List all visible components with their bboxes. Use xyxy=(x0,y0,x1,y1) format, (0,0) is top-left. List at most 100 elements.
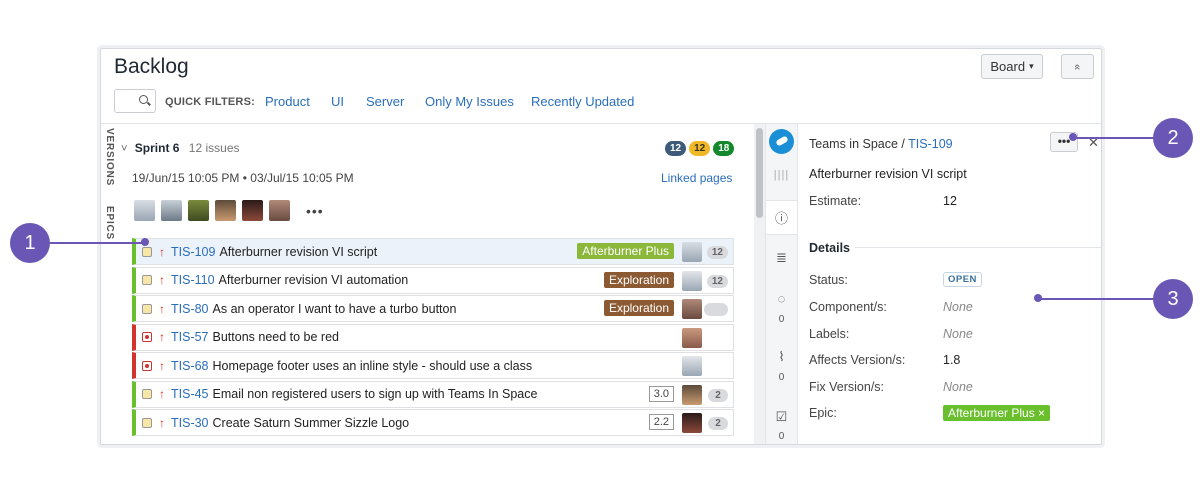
fix-version-value[interactable]: None xyxy=(943,380,973,394)
status-label: Status: xyxy=(809,273,848,287)
quick-filter-ui[interactable]: UI xyxy=(331,94,344,109)
bug-icon xyxy=(142,360,152,371)
avatar[interactable] xyxy=(188,200,209,221)
issue-key[interactable]: TIS-80 xyxy=(171,302,209,316)
callout-2: 2 xyxy=(1153,118,1193,158)
avatar xyxy=(682,413,702,433)
more-assignees-icon[interactable]: ••• xyxy=(306,203,324,219)
issue-summary: Afterburner revision VI automation xyxy=(218,273,409,287)
priority-high-icon: ↑ xyxy=(159,244,165,259)
fix-version-label: Fix Version/s: xyxy=(809,380,885,394)
breadcrumb-project[interactable]: Teams in Space xyxy=(809,137,898,151)
bug-icon xyxy=(142,332,152,342)
sprint-status-counts: 12 12 18 xyxy=(665,141,735,156)
priority-high-icon: ↑ xyxy=(159,330,165,344)
status-badge[interactable]: OPEN xyxy=(943,272,982,287)
tab-versions[interactable]: VERSIONS xyxy=(104,128,115,186)
caret-down-icon: ▾ xyxy=(1029,61,1034,71)
table-row[interactable]: ↑ TIS-30 Create Saturn Summer Sizzle Log… xyxy=(132,409,734,436)
board-dropdown-button[interactable]: Board ▾ xyxy=(981,54,1043,79)
story-icon xyxy=(142,389,152,399)
story-icon xyxy=(142,303,152,314)
tab-epics[interactable]: EPICS xyxy=(104,206,115,240)
avatar[interactable] xyxy=(269,200,290,221)
story-points-badge xyxy=(704,303,728,316)
story-points-badge: 2 xyxy=(708,417,728,430)
table-row[interactable]: ↑ TIS-110 Afterburner revision VI automa… xyxy=(132,266,734,294)
table-row[interactable]: ↑ TIS-45 Email non registered users to s… xyxy=(132,380,734,408)
quick-filter-recently-updated[interactable]: Recently Updated xyxy=(531,94,634,109)
details-section-title: Details xyxy=(809,241,850,255)
status-count-todo: 12 xyxy=(665,141,687,156)
subtasks-icon[interactable]: ☑ xyxy=(766,409,797,425)
epic-label[interactable]: Exploration xyxy=(603,300,674,316)
avatar[interactable] xyxy=(242,200,263,221)
issue-key[interactable]: TIS-110 xyxy=(171,273,215,287)
callout-3: 3 xyxy=(1153,279,1193,319)
affects-version-value[interactable]: 1.8 xyxy=(943,353,960,367)
quick-filter-server[interactable]: Server xyxy=(366,94,404,109)
avatar[interactable] xyxy=(161,200,182,221)
avatar[interactable] xyxy=(215,200,236,221)
quick-filter-product[interactable]: Product xyxy=(265,94,310,109)
story-icon xyxy=(142,417,152,428)
side-tabs: VERSIONS EPICS xyxy=(101,124,123,444)
issue-key[interactable]: TIS-68 xyxy=(171,359,209,373)
epic-label[interactable]: Afterburner Plus xyxy=(577,243,674,259)
issue-key[interactable]: TIS-57 xyxy=(171,330,209,344)
backlog-window: Backlog Board ▾ « QUICK FILTERS: Product… xyxy=(100,48,1102,445)
issue-summary: Create Saturn Summer Sizzle Logo xyxy=(212,415,410,430)
sprint-name: Sprint 6 xyxy=(134,141,180,155)
story-points-badge: 2 xyxy=(708,388,728,402)
info-icon[interactable]: ⓘ xyxy=(766,208,797,227)
drag-handle-icon[interactable]: |||| xyxy=(766,169,797,181)
issue-key[interactable]: TIS-45 xyxy=(171,387,209,401)
priority-high-icon: ↑ xyxy=(159,358,165,373)
table-row[interactable]: ↑ TIS-80 As an operator I want to have a… xyxy=(132,295,734,322)
breadcrumb: Teams in Space / TIS-109 xyxy=(809,137,953,151)
sprint-header[interactable]: ˅ Sprint 6 12 issues xyxy=(121,141,240,155)
scrollbar-thumb[interactable] xyxy=(756,128,763,218)
detail-nav-rail: |||| ⓘ ≣ ◌ 0 ⌇ 0 ☑ 0 xyxy=(765,124,798,444)
details-divider xyxy=(855,247,1101,248)
issue-detail-panel: Teams in Space / TIS-109 ••• ✕ Afterburn… xyxy=(809,124,1101,444)
table-row[interactable]: ↑ TIS-57 Buttons need to be red xyxy=(132,323,734,351)
table-row[interactable]: ↑ TIS-68 Homepage footer uses an inline … xyxy=(132,352,734,379)
status-count-in-progress: 12 xyxy=(689,141,711,156)
sprint-assignees: ••• xyxy=(134,200,324,221)
issue-summary: Email non registered users to sign up wi… xyxy=(212,387,538,401)
estimate-value[interactable]: 12 xyxy=(943,194,957,208)
epic-lozenge[interactable]: Afterburner Plus × xyxy=(943,405,1051,421)
components-label: Component/s: xyxy=(809,300,887,314)
labels-label: Labels: xyxy=(809,327,850,341)
attachment-icon[interactable]: ⌇ xyxy=(766,349,797,365)
estimate-label: Estimate: xyxy=(809,194,862,208)
affects-version-label: Affects Version/s: xyxy=(809,353,906,367)
description-icon[interactable]: ≣ xyxy=(766,250,797,266)
issue-list: ↑ TIS-109 Afterburner revision VI script… xyxy=(132,238,734,438)
linked-pages-link[interactable]: Linked pages xyxy=(661,171,732,185)
estimate-badge: 3.0 xyxy=(648,385,674,402)
breadcrumb-issue-key[interactable]: TIS-109 xyxy=(908,137,952,151)
issue-key[interactable]: TIS-30 xyxy=(171,416,209,430)
avatar[interactable] xyxy=(134,200,155,221)
table-row[interactable]: ↑ TIS-109 Afterburner revision VI script… xyxy=(132,238,734,265)
comment-icon[interactable]: ◌ xyxy=(766,291,797,306)
chevrons-up-icon: « xyxy=(1071,63,1084,70)
story-icon xyxy=(142,246,152,257)
story-points-badge: 12 xyxy=(706,274,728,288)
search-input[interactable] xyxy=(114,89,156,113)
avatar xyxy=(682,242,702,262)
priority-high-icon: ↑ xyxy=(159,301,165,316)
labels-value[interactable]: None xyxy=(943,327,973,341)
story-points-badge: 12 xyxy=(706,246,728,259)
avatar xyxy=(682,356,702,376)
components-value[interactable]: None xyxy=(943,300,973,314)
backlog-scrollbar[interactable] xyxy=(754,124,765,444)
issue-key[interactable]: TIS-109 xyxy=(171,245,215,259)
issue-summary-title[interactable]: Afterburner revision VI script xyxy=(809,167,967,181)
quick-filter-only-my-issues[interactable]: Only My Issues xyxy=(425,94,514,109)
collapse-header-button[interactable]: « xyxy=(1061,54,1094,79)
issue-summary: Buttons need to be red xyxy=(212,330,339,344)
epic-label[interactable]: Exploration xyxy=(603,271,674,288)
